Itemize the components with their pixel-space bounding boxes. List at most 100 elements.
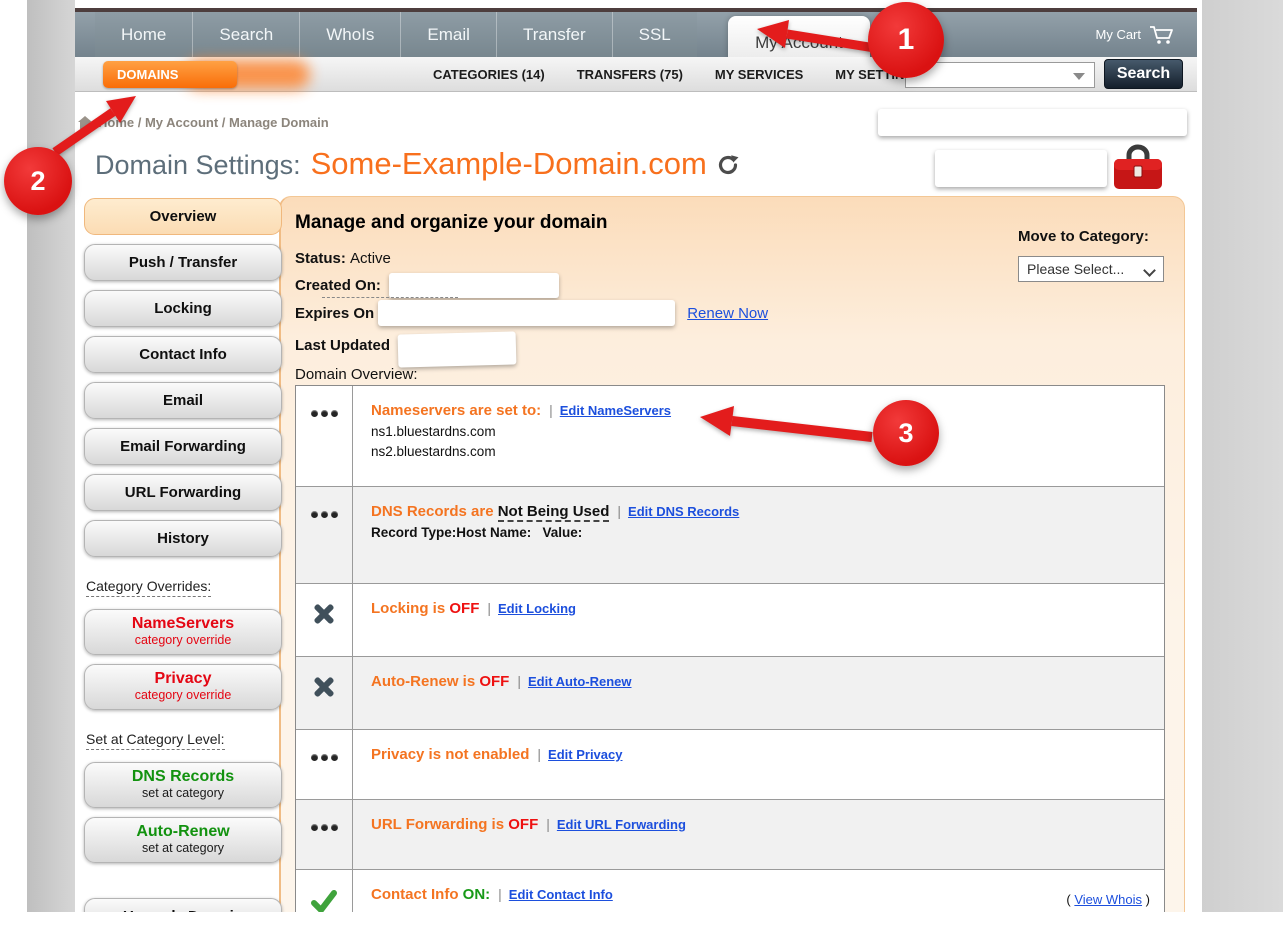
topnav-tab-search[interactable]: Search bbox=[192, 12, 299, 57]
row-title-segment: Nameservers are set to: bbox=[371, 402, 541, 419]
row-title-segment: ON: bbox=[463, 886, 491, 903]
edit-dns-records-link[interactable]: Edit DNS Records bbox=[628, 504, 739, 519]
top-navigation: HomeSearchWhoIsEmailTransferSSL My Accou… bbox=[75, 12, 1197, 57]
row-title: Locking is OFF|Edit Locking bbox=[371, 600, 1150, 617]
row-title-segment: Auto-Renew is bbox=[371, 673, 479, 690]
status-label: Status: bbox=[295, 250, 346, 267]
check-icon bbox=[311, 890, 337, 914]
move-to-category-select[interactable]: Please Select... bbox=[1018, 256, 1164, 282]
section-heading: Manage and organize your domain bbox=[295, 212, 608, 234]
sidebar-item-overview[interactable]: Overview bbox=[84, 198, 282, 235]
redaction-box bbox=[878, 109, 1187, 136]
subnav-item-my-services[interactable]: MY SERVICES bbox=[715, 67, 803, 82]
sidebar-item-privacy[interactable]: Privacycategory override bbox=[84, 664, 282, 710]
sidebar: Overview Push / Transfer Locking Contact In… bbox=[84, 198, 282, 931]
my-cart-label: My Cart bbox=[1096, 27, 1142, 42]
row-title: Nameservers are set to: | Edit NameServers bbox=[371, 402, 1150, 419]
subnav-item-transfers-75[interactable]: TRANSFERS (75) bbox=[577, 67, 683, 82]
sidebar-item-dns-records[interactable]: DNS Recordsset at category bbox=[84, 762, 282, 808]
x-mark-icon bbox=[313, 675, 335, 697]
row-body: Locking is OFF|Edit Locking bbox=[353, 584, 1164, 617]
move-to-category-label: Move to Category: bbox=[1018, 228, 1149, 245]
sidebar-item-locking[interactable]: Locking bbox=[84, 290, 282, 327]
search-button[interactable]: Search bbox=[1104, 59, 1183, 89]
sidebar-item-auto-renew[interactable]: Auto-Renewset at category bbox=[84, 817, 282, 863]
separator: | bbox=[487, 600, 491, 616]
separator: | bbox=[549, 402, 553, 418]
created-line: Created On: bbox=[295, 273, 559, 298]
row-title: DNS Records are Not Being Used|Edit DNS … bbox=[371, 503, 1150, 520]
sidebar-item-email[interactable]: Email bbox=[84, 382, 282, 419]
domain-overview-label: Domain Overview: bbox=[295, 366, 418, 383]
sidebar-item-subtitle: category override bbox=[85, 633, 281, 647]
row-status-icon-cell bbox=[296, 730, 353, 799]
category-overrides-header: Category Overrides: bbox=[86, 578, 211, 597]
sidebar-item-push-transfer[interactable]: Push / Transfer bbox=[84, 244, 282, 281]
view-whois-note: ( View Whois ) bbox=[1066, 892, 1150, 907]
overview-row-locking: Locking is OFF|Edit Locking bbox=[296, 583, 1164, 656]
renew-now-link[interactable]: Renew Now bbox=[687, 305, 768, 322]
subnav-item-categories-14[interactable]: CATEGORIES (14) bbox=[433, 67, 545, 82]
refresh-icon[interactable] bbox=[717, 154, 739, 176]
breadcrumb-separator: / bbox=[218, 115, 229, 130]
sidebar-item-history[interactable]: History bbox=[84, 520, 282, 557]
row-title: Auto-Renew is OFF|Edit Auto-Renew bbox=[371, 673, 1150, 690]
sidebar-item-contact-info[interactable]: Contact Info bbox=[84, 336, 282, 373]
breadcrumb-manage-domain[interactable]: Manage Domain bbox=[229, 115, 329, 130]
breadcrumb-my-account[interactable]: My Account bbox=[145, 115, 218, 130]
row-title-segment: URL Forwarding is bbox=[371, 816, 508, 833]
topnav-tab-transfer[interactable]: Transfer bbox=[496, 12, 612, 57]
status-value: Active bbox=[350, 250, 391, 267]
view-whois-link[interactable]: View Whois bbox=[1074, 892, 1142, 907]
topnav-tab-home[interactable]: Home bbox=[95, 12, 192, 57]
edit-contact-info-link[interactable]: Edit Contact Info bbox=[509, 887, 613, 902]
chevron-down-icon[interactable] bbox=[1073, 73, 1085, 80]
edit-locking-link[interactable]: Edit Locking bbox=[498, 601, 576, 616]
right-gutter bbox=[1202, 0, 1283, 912]
move-to-category-value: Please Select... bbox=[1027, 261, 1124, 277]
dashed-underline bbox=[322, 297, 458, 298]
topnav-tab-ssl[interactable]: SSL bbox=[612, 12, 697, 57]
sidebar-item-title: Auto-Renew bbox=[85, 822, 281, 841]
row-detail-line: ns2.bluestardns.com bbox=[371, 444, 1150, 459]
separator: | bbox=[517, 673, 521, 689]
row-title-segment: Contact Info bbox=[371, 886, 463, 903]
row-body: DNS Records are Not Being Used|Edit DNS … bbox=[353, 487, 1164, 540]
subnav-item-domains[interactable]: DOMAINS bbox=[103, 61, 237, 88]
edit-auto-renew-link[interactable]: Edit Auto-Renew bbox=[528, 674, 632, 689]
page-title-prefix: Domain Settings: bbox=[95, 150, 301, 181]
redaction-box bbox=[398, 331, 517, 367]
page-title: Domain Settings: Some-Example-Domain.com bbox=[95, 146, 739, 182]
sidebar-item-email-forwarding[interactable]: Email Forwarding bbox=[84, 428, 282, 465]
topnav-tab-email[interactable]: Email bbox=[400, 12, 496, 57]
sidebar-item-title: DNS Records bbox=[85, 767, 281, 786]
toolbox-icon[interactable] bbox=[1112, 144, 1164, 191]
set-at-category-header: Set at Category Level: bbox=[86, 731, 225, 750]
updated-line: Last Updated bbox=[295, 329, 516, 362]
updated-label: Last Updated bbox=[295, 337, 390, 354]
edit-nameservers-link[interactable]: Edit NameServers bbox=[560, 403, 671, 418]
sidebar-item-nameservers[interactable]: NameServerscategory override bbox=[84, 609, 282, 655]
chevron-down-icon bbox=[1145, 266, 1155, 276]
edit-url-forwarding-link[interactable]: Edit URL Forwarding bbox=[557, 817, 686, 832]
redaction-box bbox=[935, 150, 1107, 187]
row-title: Contact Info ON:|Edit Contact Info bbox=[371, 886, 1150, 903]
row-status-icon-cell bbox=[296, 800, 353, 869]
row-title: Privacy is not enabled|Edit Privacy bbox=[371, 746, 1150, 763]
sidebar-item-title: NameServers bbox=[85, 614, 281, 633]
overview-row-nameservers: Nameservers are set to: | Edit NameServers… bbox=[296, 386, 1164, 486]
row-status-icon-cell bbox=[296, 487, 353, 583]
ellipsis-icon bbox=[311, 824, 338, 831]
edit-privacy-link[interactable]: Edit Privacy bbox=[548, 747, 622, 762]
page-title-domain: Some-Example-Domain.com bbox=[311, 146, 707, 182]
row-body: Nameservers are set to: | Edit NameServers… bbox=[353, 386, 1164, 459]
overview-row-auto-renew: Auto-Renew is OFF|Edit Auto-Renew bbox=[296, 656, 1164, 729]
bottom-strip bbox=[0, 912, 1287, 931]
expires-line: Expires On Renew Now bbox=[295, 300, 768, 326]
sidebar-item-subtitle: set at category bbox=[85, 841, 281, 855]
sidebar-item-url-forwarding[interactable]: URL Forwarding bbox=[84, 474, 282, 511]
topnav-tab-whois[interactable]: WhoIs bbox=[299, 12, 400, 57]
my-cart[interactable]: My Cart bbox=[1096, 12, 1176, 57]
breadcrumb-home[interactable]: Home bbox=[98, 115, 134, 130]
ellipsis-icon bbox=[311, 754, 338, 761]
